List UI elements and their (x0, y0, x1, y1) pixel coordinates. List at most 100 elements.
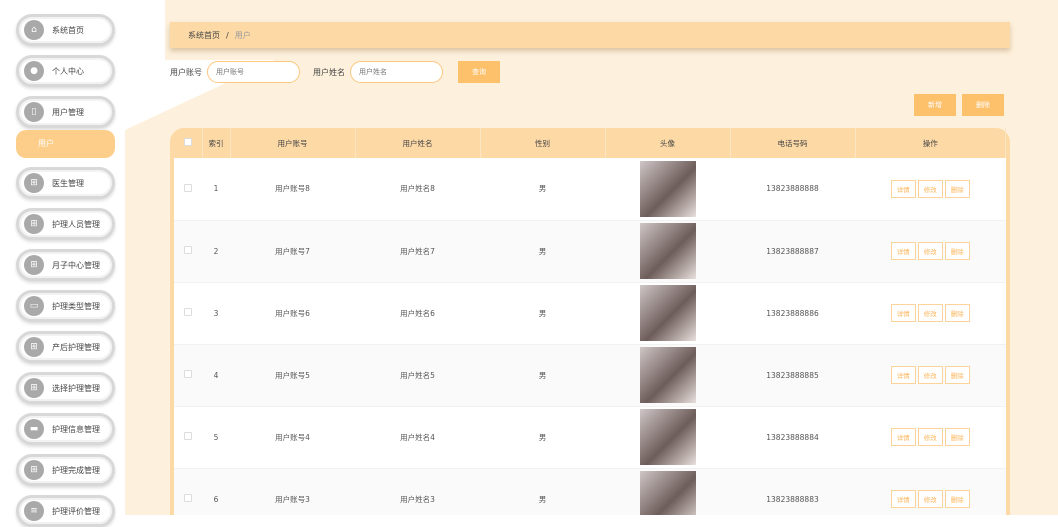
sidebar-item[interactable]: ⊞ 选择护理管理 (16, 372, 115, 404)
row-delete-button[interactable]: 删除 (944, 242, 970, 260)
row-checkbox[interactable] (174, 282, 202, 345)
grid-icon: ⊞ (24, 378, 44, 398)
avatar-image[interactable] (639, 285, 696, 341)
cell-phone: 13823888888 (730, 158, 855, 221)
sidebar-item[interactable]: ▭ 护理类型管理 (16, 290, 115, 322)
detail-button[interactable]: 详情 (890, 490, 916, 508)
sidebar: ⌂ 系统首页 ● 个人中心 ▯ 用户管理用户 ⊞ 医生管理 ⊞ 护理人员管理 ⊞ 月子中心管理 ▭ 护理类… (0, 0, 125, 527)
sidebar-item[interactable]: ⌂ 系统首页 (16, 14, 115, 46)
cell-account: 用户账号5 (230, 344, 355, 407)
edit-button[interactable]: 修改 (917, 304, 943, 322)
cell-index: 6 (202, 468, 230, 515)
cell-index: 2 (202, 220, 230, 283)
table-row: 6 用户账号3 用户姓名3 男 13823888883 详情 修改 删除 (174, 468, 1006, 515)
breadcrumb-home[interactable]: 系统首页 (188, 30, 220, 41)
detail-button[interactable]: 详情 (890, 428, 916, 446)
row-delete-button[interactable]: 删除 (944, 490, 970, 508)
sidebar-item-label: 用户管理 (52, 107, 84, 117)
edit-button[interactable]: 修改 (917, 428, 943, 446)
sidebar-item-label: 个人中心 (52, 66, 84, 76)
sidebar-item[interactable]: ▯ 用户管理 (16, 96, 115, 128)
breadcrumb: 系统首页 / 用户 (170, 22, 1010, 48)
cell-gender: 男 (480, 468, 605, 515)
column-header: 头像 (605, 128, 731, 158)
cell-gender: 男 (480, 282, 605, 345)
query-button[interactable]: 查询 (458, 61, 500, 83)
cell-avatar (605, 344, 730, 407)
column-header: 用户姓名 (355, 128, 481, 158)
cell-index: 1 (202, 158, 230, 221)
row-checkbox[interactable] (174, 406, 202, 469)
bg-decor (125, 0, 165, 60)
table-row: 1 用户账号8 用户姓名8 男 13823888888 详情 修改 删除 (174, 158, 1006, 221)
cell-account: 用户账号4 (230, 406, 355, 469)
sidebar-item-label: 产后护理管理 (52, 342, 100, 352)
cell-avatar (605, 468, 730, 515)
sidebar-item[interactable]: ⊞ 护理人员管理 (16, 208, 115, 240)
sidebar-item[interactable]: ⊞ 医生管理 (16, 167, 115, 199)
row-checkbox[interactable] (174, 220, 202, 283)
select-all-checkbox[interactable] (174, 128, 203, 158)
cell-phone: 13823888887 (730, 220, 855, 283)
avatar-image[interactable] (639, 347, 696, 403)
cell-name: 用户姓名4 (355, 406, 480, 469)
document-icon: ▯ (24, 102, 44, 122)
delete-button[interactable]: 删除 (962, 94, 1004, 116)
cell-name: 用户姓名8 (355, 158, 480, 221)
sidebar-item[interactable]: ● 个人中心 (16, 55, 115, 87)
list-icon: ≡ (24, 501, 44, 521)
row-delete-button[interactable]: 删除 (944, 304, 970, 322)
home-icon: ⌂ (24, 20, 44, 40)
cell-account: 用户账号6 (230, 282, 355, 345)
row-checkbox[interactable] (174, 158, 202, 221)
cell-avatar (605, 406, 730, 469)
sidebar-item[interactable]: ⊞ 护理完成管理 (16, 454, 115, 486)
row-delete-button[interactable]: 删除 (944, 428, 970, 446)
name-input[interactable] (350, 61, 443, 83)
sidebar-item[interactable]: ▬ 护理信息管理 (16, 413, 115, 445)
avatar-image[interactable] (639, 160, 696, 217)
avatar-image[interactable] (639, 223, 696, 279)
edit-button[interactable]: 修改 (917, 242, 943, 260)
sidebar-item[interactable]: ⊞ 月子中心管理 (16, 249, 115, 281)
sidebar-item[interactable]: ⊞ 产后护理管理 (16, 331, 115, 363)
cell-avatar (605, 220, 730, 283)
cell-name: 用户姓名6 (355, 282, 480, 345)
row-delete-button[interactable]: 删除 (944, 366, 970, 384)
edit-button[interactable]: 修改 (917, 179, 943, 198)
detail-button[interactable]: 详情 (890, 179, 916, 198)
row-checkbox[interactable] (174, 468, 202, 515)
avatar-image[interactable] (639, 471, 696, 515)
cell-actions: 详情 修改 删除 (855, 282, 1006, 345)
cell-phone: 13823888883 (730, 468, 855, 515)
avatar-image[interactable] (639, 409, 696, 465)
cell-gender: 男 (480, 344, 605, 407)
detail-button[interactable]: 详情 (890, 366, 916, 384)
edit-button[interactable]: 修改 (917, 366, 943, 384)
sidebar-subitem-user[interactable]: 用户 (16, 130, 115, 158)
cell-name: 用户姓名3 (355, 468, 480, 515)
breadcrumb-current: 用户 (234, 30, 251, 40)
monitor-icon: ▭ (24, 296, 44, 316)
cell-phone: 13823888884 (730, 406, 855, 469)
sidebar-item[interactable]: ≡ 护理评价管理 (16, 495, 115, 527)
sidebar-item-label: 选择护理管理 (52, 383, 100, 393)
row-delete-button[interactable]: 删除 (944, 179, 970, 198)
add-button[interactable]: 新增 (914, 94, 956, 116)
cell-actions: 详情 修改 删除 (855, 220, 1006, 283)
cell-gender: 男 (480, 220, 605, 283)
column-header: 操作 (855, 128, 1006, 158)
detail-button[interactable]: 详情 (890, 242, 916, 260)
edit-button[interactable]: 修改 (917, 490, 943, 508)
table-row: 2 用户账号7 用户姓名7 男 13823888887 详情 修改 删除 (174, 220, 1006, 283)
grid-icon: ⊞ (24, 460, 44, 480)
account-input[interactable] (207, 61, 300, 83)
column-header: 索引 (202, 128, 231, 158)
account-label: 用户账号 (170, 68, 202, 77)
cell-actions: 详情 修改 删除 (855, 468, 1006, 515)
sidebar-item-label: 护理信息管理 (52, 424, 100, 434)
cell-index: 4 (202, 344, 230, 407)
breadcrumb-separator: / (226, 30, 229, 40)
row-checkbox[interactable] (174, 344, 202, 407)
detail-button[interactable]: 详情 (890, 304, 916, 322)
